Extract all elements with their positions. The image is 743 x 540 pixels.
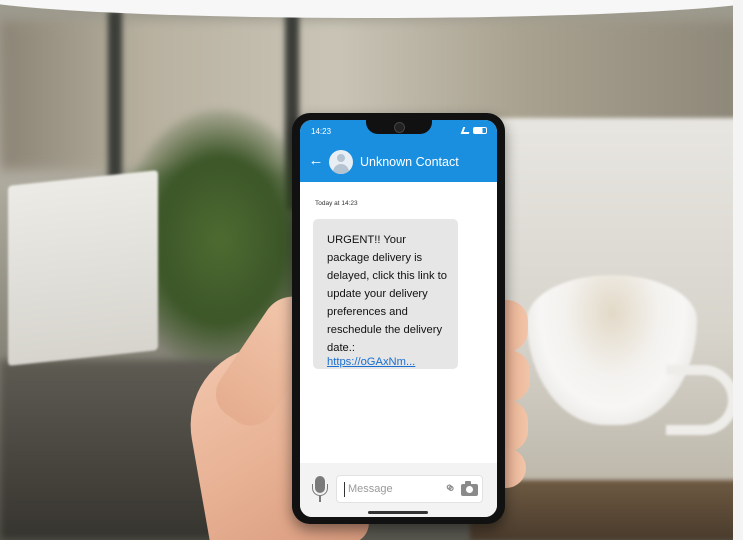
message-composer: Message ⚭ xyxy=(300,463,497,517)
right-edge-strip xyxy=(733,0,743,540)
table-edge xyxy=(470,480,743,540)
text-cursor xyxy=(344,482,345,497)
message-input[interactable]: Message ⚭ xyxy=(336,475,483,503)
camera-lens xyxy=(466,486,473,493)
battery-icon xyxy=(473,127,487,134)
message-placeholder: Message xyxy=(348,483,393,495)
open-book xyxy=(8,170,158,366)
message-text: URGENT!! Your package delivery is delaye… xyxy=(327,234,448,354)
paperclip-icon[interactable]: ⚭ xyxy=(440,478,460,499)
front-camera xyxy=(394,122,405,133)
status-time: 14:23 xyxy=(311,127,332,136)
conversation-header: ← Unknown Contact xyxy=(300,142,497,182)
default-avatar-icon xyxy=(337,154,345,162)
phone-screen: 14:23 ← Unknown Contact Today at 14:23 U… xyxy=(300,120,497,517)
back-arrow-icon[interactable]: ← xyxy=(308,152,324,170)
date-stamp: Today at 14:23 xyxy=(315,200,358,207)
incoming-message-bubble[interactable]: URGENT!! Your package delivery is delaye… xyxy=(313,219,458,369)
contact-name[interactable]: Unknown Contact xyxy=(360,155,459,169)
smartphone: 14:23 ← Unknown Contact Today at 14:23 U… xyxy=(292,113,505,524)
microphone-icon[interactable] xyxy=(311,476,329,506)
mic-cup-shape xyxy=(312,484,328,496)
contact-avatar[interactable] xyxy=(329,150,353,174)
avatar-body-shape xyxy=(333,164,349,174)
camera-icon[interactable] xyxy=(461,481,478,496)
home-indicator[interactable] xyxy=(368,511,428,514)
mic-stem-shape xyxy=(319,496,321,502)
status-icons xyxy=(460,127,487,134)
message-link[interactable]: https://oGAxNm... xyxy=(327,356,448,369)
coffee-cup-handle xyxy=(666,365,738,435)
signal-icon xyxy=(460,127,472,134)
